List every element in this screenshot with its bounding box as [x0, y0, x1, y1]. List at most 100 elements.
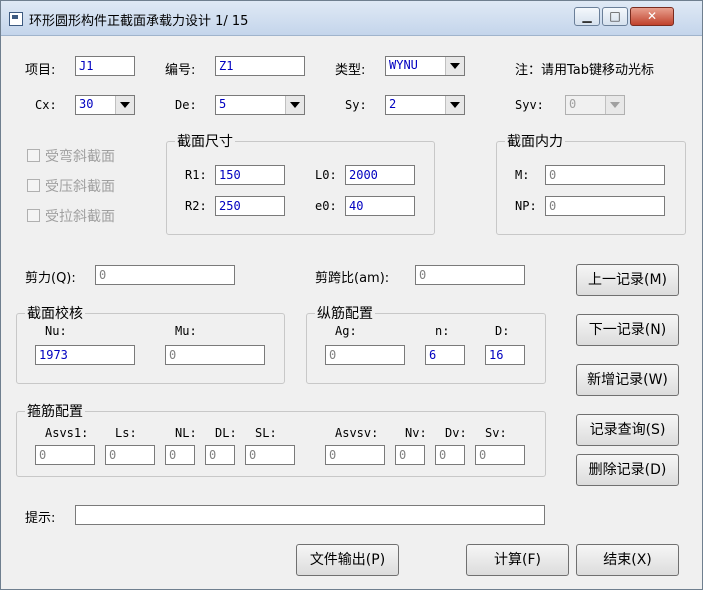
ls-input[interactable]: 0: [105, 445, 155, 465]
syv-label: Syv:: [515, 98, 544, 112]
sy-label: Sy:: [345, 98, 367, 112]
chevron-down-icon[interactable]: [445, 96, 464, 114]
r2-input[interactable]: 250: [215, 196, 285, 216]
asvs1-label: Asvs1:: [45, 426, 89, 440]
note-text: 注：请用Tab键移动光标: [515, 63, 655, 78]
de-value: 5: [219, 97, 227, 111]
minimize-button[interactable]: ▁: [574, 7, 600, 26]
np-input[interactable]: 0: [545, 196, 665, 216]
checkbox-icon: [27, 149, 40, 162]
nl-input[interactable]: 0: [165, 445, 195, 465]
mu-input[interactable]: 0: [165, 345, 265, 365]
sv-input[interactable]: 0: [475, 445, 525, 465]
dl-label: DL:: [215, 426, 237, 440]
cx-select[interactable]: 30: [75, 95, 135, 115]
dv-label: Dv:: [445, 426, 467, 440]
hint-field[interactable]: [75, 505, 545, 525]
check-bending: 受弯斜截面: [27, 146, 115, 166]
m-input[interactable]: 0: [545, 165, 665, 185]
cx-value: 30: [79, 97, 94, 111]
sl-label: SL:: [255, 426, 277, 440]
nv-label: Nv:: [405, 426, 427, 440]
nl-label: NL:: [175, 426, 197, 440]
mu-label: Mu:: [175, 324, 197, 338]
section-size-group: 截面尺寸: [166, 131, 435, 235]
stirrup-title: 箍筋配置: [25, 401, 85, 421]
n-input[interactable]: 6: [425, 345, 465, 365]
dv-input[interactable]: 0: [435, 445, 465, 465]
stirrup-group: 箍筋配置: [16, 401, 546, 477]
app-icon: [9, 12, 23, 26]
code-label: 编号:: [165, 63, 196, 78]
end-button[interactable]: 结束(X): [576, 544, 679, 576]
d-input[interactable]: 16: [485, 345, 525, 365]
long-rebar-title: 纵筋配置: [315, 303, 375, 323]
maximize-button[interactable]: □: [602, 7, 628, 26]
minimize-icon: ▁: [582, 9, 592, 23]
syv-select: 0: [565, 95, 625, 115]
syv-value: 0: [569, 97, 577, 111]
code-input[interactable]: Z1: [215, 56, 305, 76]
e0-label: e0:: [315, 199, 337, 213]
add-record-button[interactable]: 新增记录(W): [576, 364, 679, 396]
section-size-title: 截面尺寸: [175, 131, 235, 151]
nv-input[interactable]: 0: [395, 445, 425, 465]
chevron-down-icon[interactable]: [445, 57, 464, 75]
shear-span-input[interactable]: 0: [415, 265, 525, 285]
check-compression-label: 受压斜截面: [45, 179, 115, 195]
asvs1-input[interactable]: 0: [35, 445, 95, 465]
type-select[interactable]: WYNU: [385, 56, 465, 76]
ag-input[interactable]: 0: [325, 345, 405, 365]
checkbox-icon: [27, 209, 40, 222]
close-button[interactable]: ✕: [630, 7, 674, 26]
m-label: M:: [515, 168, 530, 182]
item-input[interactable]: J1: [75, 56, 135, 76]
main-window: 环形圆形构件正截面承载力设计 1/ 15 ▁ □ ✕ 项目: J1 编号: Z1…: [0, 0, 703, 590]
delete-record-button[interactable]: 删除记录(D): [576, 454, 679, 486]
calculate-button[interactable]: 计算(F): [466, 544, 569, 576]
item-label: 项目:: [25, 63, 56, 78]
asvsv-label: Asvsv:: [335, 426, 379, 440]
de-label: De:: [175, 98, 197, 112]
e0-input[interactable]: 40: [345, 196, 415, 216]
sy-select[interactable]: 2: [385, 95, 465, 115]
n-label: n:: [435, 324, 450, 338]
cx-label: Cx:: [35, 98, 57, 112]
l0-input[interactable]: 2000: [345, 165, 415, 185]
np-label: NP:: [515, 199, 537, 213]
export-file-button[interactable]: 文件输出(P): [296, 544, 399, 576]
check-tension: 受拉斜截面: [27, 206, 115, 226]
nu-label: Nu:: [45, 324, 67, 338]
r1-label: R1:: [185, 168, 207, 182]
de-select[interactable]: 5: [215, 95, 305, 115]
r2-label: R2:: [185, 199, 207, 213]
next-record-button[interactable]: 下一记录(N): [576, 314, 679, 346]
chevron-down-icon[interactable]: [285, 96, 304, 114]
dl-input[interactable]: 0: [205, 445, 235, 465]
check-compression: 受压斜截面: [27, 176, 115, 196]
window-title: 环形圆形构件正截面承载力设计 1/ 15: [29, 14, 249, 29]
asvsv-input[interactable]: 0: [325, 445, 385, 465]
query-record-button[interactable]: 记录查询(S): [576, 414, 679, 446]
sv-label: Sv:: [485, 426, 507, 440]
type-label: 类型:: [335, 63, 366, 78]
ag-label: Ag:: [335, 324, 357, 338]
sy-value: 2: [389, 97, 397, 111]
title-bar[interactable]: 环形圆形构件正截面承载力设计 1/ 15 ▁ □ ✕: [1, 1, 702, 36]
ls-label: Ls:: [115, 426, 137, 440]
r1-input[interactable]: 150: [215, 165, 285, 185]
check-tension-label: 受拉斜截面: [45, 209, 115, 225]
hint-label: 提示:: [25, 511, 56, 526]
d-label: D:: [495, 324, 510, 338]
maximize-icon: □: [609, 9, 621, 23]
section-force-title: 截面内力: [505, 131, 565, 151]
checkbox-icon: [27, 179, 40, 192]
check-bending-label: 受弯斜截面: [45, 149, 115, 165]
l0-label: L0:: [315, 168, 337, 182]
shear-input[interactable]: 0: [95, 265, 235, 285]
sl-input[interactable]: 0: [245, 445, 295, 465]
close-icon: ✕: [646, 9, 658, 23]
prev-record-button[interactable]: 上一记录(M): [576, 264, 679, 296]
nu-input[interactable]: 1973: [35, 345, 135, 365]
chevron-down-icon[interactable]: [115, 96, 134, 114]
